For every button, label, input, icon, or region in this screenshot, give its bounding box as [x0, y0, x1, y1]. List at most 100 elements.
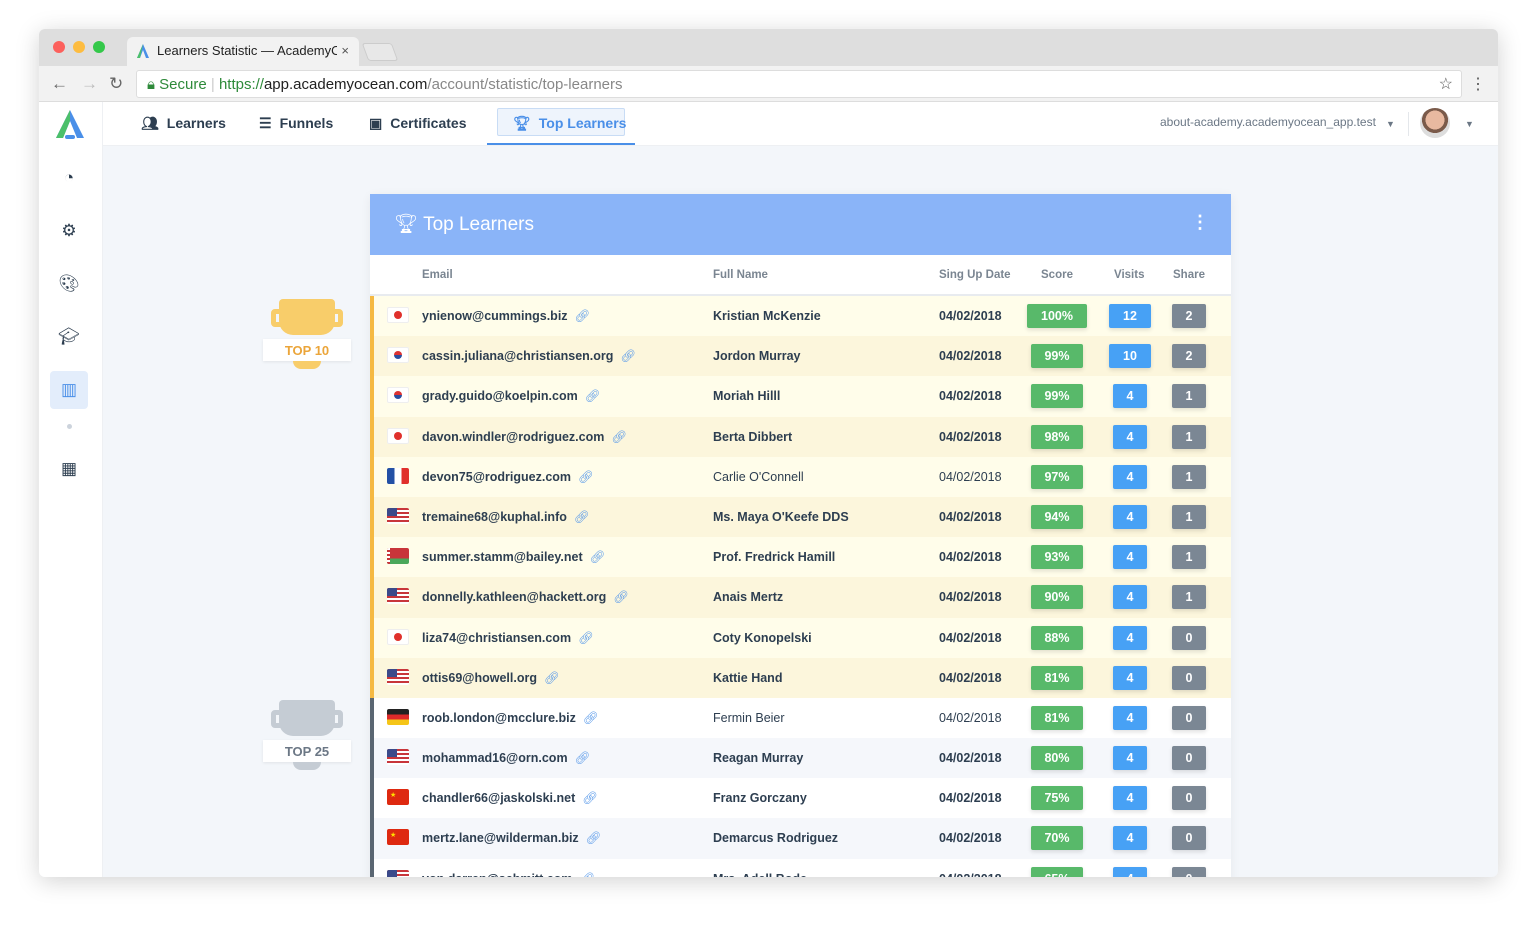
tab-close-icon[interactable]: ×: [341, 43, 349, 58]
col-signup-date[interactable]: Sing Up Date: [939, 269, 1011, 281]
reload-icon[interactable]: ↻: [109, 74, 123, 94]
flag-usa-icon: [387, 588, 409, 605]
sidebar-organization[interactable]: ▦: [50, 450, 88, 488]
email-link[interactable]: tremaine68@kuphal.info 🔗︎: [422, 510, 590, 525]
user-menu-caret-icon[interactable]: ▼: [1465, 119, 1474, 129]
table-row[interactable]: ★ mertz.lane@wilderman.biz 🔗︎ Demarcus Ro…: [370, 818, 1231, 859]
more-options-icon[interactable]: ⋮: [1191, 212, 1209, 233]
email-link[interactable]: roob.london@mcclure.biz 🔗︎: [422, 711, 599, 726]
table-row[interactable]: liza74@christiansen.com 🔗︎ Coty Konopelsk…: [370, 617, 1231, 658]
table-row[interactable]: roob.london@mcclure.biz 🔗︎ Fermin Beier 0…: [370, 697, 1231, 739]
link-icon[interactable]: 🔗︎: [544, 671, 560, 685]
link-icon[interactable]: 🔗︎: [583, 711, 599, 725]
table-row[interactable]: ottis69@howell.org 🔗︎ Kattie Hand 04/02/2…: [370, 657, 1231, 698]
url-input[interactable]: 🔒︎ Secure | https://app.academyocean.com…: [136, 70, 1462, 98]
share-badge: 0: [1172, 866, 1206, 877]
browser-menu-icon[interactable]: ⋮: [1470, 74, 1486, 94]
email-link[interactable]: davon.windler@rodriguez.com 🔗︎: [422, 430, 627, 445]
email-link[interactable]: devon75@rodriguez.com 🔗︎: [422, 470, 594, 485]
link-icon[interactable]: 🔗︎: [582, 791, 598, 805]
col-full-name[interactable]: Full Name: [713, 269, 768, 281]
visits-badge: 4: [1113, 705, 1147, 730]
link-icon[interactable]: 🔗︎: [574, 510, 590, 524]
email-link[interactable]: mertz.lane@wilderman.biz 🔗︎: [422, 831, 602, 846]
sidebar-statistics[interactable]: ▥: [50, 371, 88, 409]
bookmark-star-icon[interactable]: ☆: [1439, 74, 1453, 94]
tab-certificates[interactable]: ▣ Certificates: [369, 102, 467, 146]
link-icon[interactable]: 🔗︎: [620, 349, 636, 363]
visits-badge: 12: [1109, 304, 1151, 328]
email-link[interactable]: ottis69@howell.org 🔗︎: [422, 671, 560, 686]
link-icon[interactable]: 🔗︎: [590, 550, 606, 564]
close-window-button[interactable]: [53, 41, 65, 53]
col-email[interactable]: Email: [422, 269, 453, 281]
link-icon[interactable]: 🔗︎: [613, 590, 629, 604]
email-link[interactable]: ynienow@cummings.biz 🔗︎: [422, 309, 590, 324]
table-row[interactable]: tremaine68@kuphal.info 🔗︎ Ms. Maya O'Keef…: [370, 496, 1231, 538]
table-row[interactable]: devon75@rodriguez.com 🔗︎ Carlie O'Connell…: [370, 456, 1231, 497]
link-icon[interactable]: 🔗︎: [585, 389, 601, 403]
table-row[interactable]: ynienow@cummings.biz 🔗︎ Kristian McKenzie…: [370, 296, 1231, 337]
link-icon[interactable]: 🔗︎: [575, 309, 591, 323]
table-row[interactable]: von.darren@schmitt.com 🔗︎ Mrs. Adell Bode…: [370, 858, 1231, 877]
table-row[interactable]: cassin.juliana@christiansen.org 🔗︎ Jordon…: [370, 336, 1231, 377]
browser-tab[interactable]: Learners Statistic — AcademyOcean ×: [127, 37, 359, 67]
email-link[interactable]: chandler66@jaskolski.net 🔗︎: [422, 791, 598, 806]
table-row[interactable]: donnelly.kathleen@hackett.org 🔗︎ Anais Me…: [370, 577, 1231, 618]
sidebar-settings[interactable]: ⚙: [50, 212, 88, 250]
col-score[interactable]: Score: [1041, 269, 1073, 281]
table-row[interactable]: ★ chandler66@jaskolski.net 🔗︎ Franz Gorcz…: [370, 778, 1231, 819]
email-link[interactable]: mohammad16@orn.com 🔗︎: [422, 751, 590, 766]
visits-badge: 4: [1113, 424, 1147, 449]
full-name: Mrs. Adell Bode: [713, 872, 807, 877]
minimize-window-button[interactable]: [73, 41, 85, 53]
email-link[interactable]: donnelly.kathleen@hackett.org 🔗︎: [422, 590, 629, 605]
tab-learners[interactable]: 👥︎ Learners: [141, 102, 226, 146]
table-row[interactable]: summer.stamm@bailey.net 🔗︎ Prof. Fredrick…: [370, 537, 1231, 578]
email-link[interactable]: summer.stamm@bailey.net 🔗︎: [422, 550, 606, 565]
trophy-icon: [279, 299, 335, 335]
table-row[interactable]: davon.windler@rodriguez.com 🔗︎ Berta Dibb…: [370, 416, 1231, 457]
flag-germany-icon: [387, 708, 409, 725]
link-icon[interactable]: 🔗︎: [575, 751, 591, 765]
email-link[interactable]: von.darren@schmitt.com 🔗︎: [422, 872, 595, 877]
table-row[interactable]: mohammad16@orn.com 🔗︎ Reagan Murray 04/02…: [370, 738, 1231, 779]
full-name: Prof. Fredrick Hamill: [713, 550, 836, 565]
email-link[interactable]: grady.guido@koelpin.com 🔗︎: [422, 389, 601, 404]
forward-icon[interactable]: →: [81, 74, 98, 94]
tab-top-learners[interactable]: 🏆︎ Top Learners: [513, 102, 626, 146]
sidebar-theme[interactable]: 🎨︎: [50, 265, 88, 303]
share-badge: 0: [1172, 786, 1206, 811]
new-tab-button[interactable]: [361, 43, 399, 61]
link-icon[interactable]: 🔗︎: [578, 470, 594, 484]
signup-date: 04/02/2018: [939, 550, 1002, 565]
link-icon[interactable]: 🔗︎: [578, 631, 594, 645]
card-title: Top Learners: [423, 214, 534, 235]
col-visits[interactable]: Visits: [1114, 269, 1144, 281]
maximize-window-button[interactable]: [93, 41, 105, 53]
table-row[interactable]: grady.guido@koelpin.com 🔗︎ Moriah Hilll 0…: [370, 376, 1231, 417]
col-share[interactable]: Share: [1173, 269, 1205, 281]
email-link[interactable]: liza74@christiansen.com 🔗︎: [422, 631, 594, 646]
user-avatar[interactable]: [1420, 108, 1450, 138]
link-icon[interactable]: 🔗︎: [579, 872, 595, 877]
email-link[interactable]: cassin.juliana@christiansen.org 🔗︎: [422, 349, 636, 364]
sidebar-dashboard[interactable]: ◔: [50, 159, 88, 197]
sidebar-divider-dot: [67, 424, 72, 429]
sidebar-courses[interactable]: 🎓︎: [50, 318, 88, 356]
email-text: summer.stamm@bailey.net: [422, 550, 583, 565]
account-selector[interactable]: about-academy.academyocean_app.test: [1160, 115, 1376, 129]
full-name: Moriah Hilll: [713, 389, 781, 404]
score-badge: 93%: [1031, 545, 1083, 570]
flag-belarus-icon: [387, 548, 409, 565]
back-icon[interactable]: ←: [51, 74, 68, 94]
tab-funnels[interactable]: ☰ Funnels: [259, 102, 333, 146]
visits-badge: 4: [1113, 665, 1147, 690]
app-logo[interactable]: [53, 108, 87, 142]
account-dropdown-caret-icon[interactable]: ▼: [1386, 119, 1395, 129]
visits-badge: 4: [1113, 625, 1147, 650]
link-icon[interactable]: 🔗︎: [611, 430, 627, 444]
link-icon[interactable]: 🔗︎: [586, 831, 602, 845]
signup-date: 04/02/2018: [939, 751, 1002, 766]
full-name: Jordon Murray: [713, 349, 801, 364]
